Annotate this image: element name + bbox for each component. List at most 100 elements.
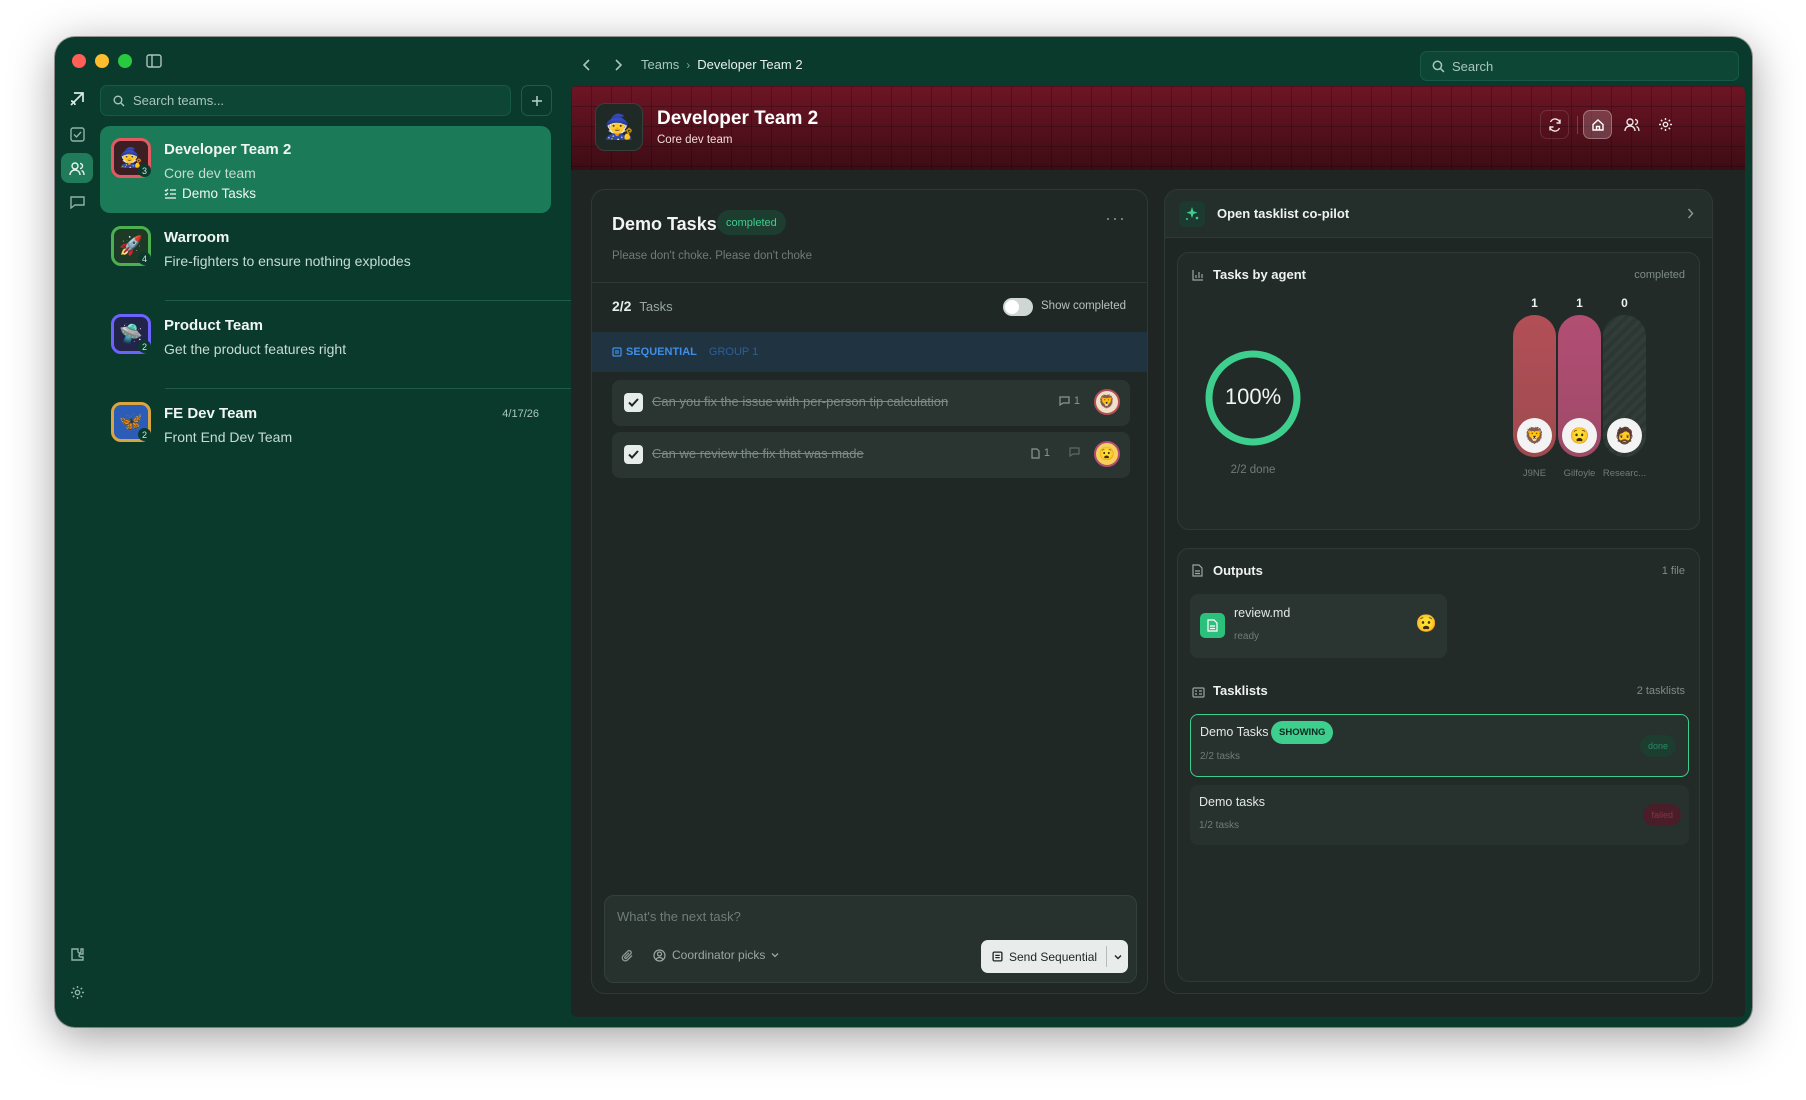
send-sequential-button[interactable]: Send Sequential [981, 940, 1128, 973]
task-file-count: 1 [1031, 447, 1050, 459]
coordinator-picker[interactable]: Coordinator picks [653, 948, 779, 962]
right-panel: Open tasklist co-pilot Tasks by agent co… [1164, 189, 1713, 994]
team-name: Product Team [164, 317, 263, 334]
tasklist-item-demo-tasks[interactable]: Demo Tasks SHOWING 2/2 tasks done [1190, 714, 1689, 777]
tasklists-count: 2 tasklists [1636, 685, 1685, 697]
output-file-item[interactable]: review.md ready 😧 [1190, 594, 1447, 658]
team-settings-button[interactable] [1651, 110, 1680, 139]
tasklist-item-progress: 2/2 tasks [1200, 751, 1241, 762]
team-description: Core dev team [164, 165, 256, 181]
breadcrumb: Teams › Developer Team 2 [641, 57, 803, 72]
team-header-banner: 🧙 Developer Team 2 Core dev team [571, 86, 1745, 170]
minimize-window-button[interactable] [95, 54, 109, 68]
task-checkbox[interactable] [624, 393, 643, 412]
show-completed-toggle[interactable] [1003, 298, 1033, 316]
task-row[interactable]: Can we review the fix that was made 1 😧 [612, 432, 1130, 478]
tasklists-title: Tasklists [1213, 683, 1268, 698]
sparkle-icon [1179, 200, 1205, 227]
tasklist-description: Please don't choke. Please don't choke [612, 250, 813, 262]
task-text: Can you fix the issue with per-person ti… [652, 394, 949, 409]
forward-icon[interactable] [608, 55, 628, 75]
tasklist-status-badge: completed [717, 210, 786, 235]
tasklists-icon [1192, 685, 1205, 703]
zoom-window-button[interactable] [118, 54, 132, 68]
home-icon [1591, 118, 1604, 131]
search-teams-placeholder: Search teams... [133, 93, 225, 108]
settings-icon[interactable] [61, 977, 93, 1007]
team-item-product-team[interactable]: 🛸 2 Product Team Get the product feature… [100, 302, 551, 380]
tasklist-status-badge: done [1639, 735, 1676, 757]
outputs-count: 1 file [1661, 565, 1685, 577]
task-checkbox[interactable] [624, 445, 643, 464]
members-button[interactable] [1617, 110, 1646, 139]
agent-task-count: 0 [1621, 296, 1628, 310]
tasklist-more-menu-icon[interactable]: ··· [1105, 208, 1126, 229]
tasklist-item-name: Demo tasks [1199, 795, 1265, 809]
member-count-badge: 2 [138, 428, 151, 441]
breadcrumb-current: Developer Team 2 [697, 57, 803, 72]
add-team-button[interactable] [521, 85, 552, 116]
team-name: Warroom [164, 229, 230, 246]
list-icon [164, 188, 176, 199]
attach-icon[interactable] [621, 949, 634, 968]
search-icon [113, 95, 125, 106]
task-row[interactable]: Can you fix the issue with per-person ti… [612, 380, 1130, 426]
tasklist-item-demo-tasks-failed[interactable]: Demo tasks 1/2 tasks failed [1190, 785, 1689, 845]
team-description: Fire-fighters to ensure nothing explodes [164, 253, 411, 269]
team-item-warroom[interactable]: 🚀 4 Warroom Fire-fighters to ensure noth… [100, 214, 551, 292]
output-file-name: review.md [1234, 606, 1291, 620]
team-item-fe-dev-team[interactable]: 🦋 2 FE Dev Team Front End Dev Team 4/17/… [100, 390, 551, 468]
agent-bar[interactable]: 🧔 [1603, 315, 1646, 457]
comment-icon [1069, 447, 1080, 457]
tasks-by-agent-card: Tasks by agent completed 100% 2/2 done 1… [1177, 252, 1700, 530]
open-copilot-button[interactable]: Open tasklist co-pilot [1165, 190, 1712, 238]
back-icon[interactable] [577, 55, 597, 75]
file-icon [1192, 564, 1203, 582]
agents-card-status: completed [1634, 269, 1685, 281]
global-search-input[interactable]: Search [1420, 51, 1739, 81]
sequential-icon [612, 347, 622, 357]
close-window-button[interactable] [72, 54, 86, 68]
team-active-tasklist[interactable]: Demo Tasks [164, 186, 256, 201]
agent-task-count: 1 [1531, 296, 1538, 310]
outputs-title: Outputs [1213, 563, 1263, 578]
tasks-nav-icon[interactable] [61, 119, 93, 149]
app-logo-icon[interactable] [61, 84, 93, 114]
agent-bar[interactable]: 🦁 [1513, 315, 1556, 457]
home-button[interactable] [1583, 110, 1612, 139]
task-composer: What's the next task? Coordinator picks … [604, 895, 1137, 983]
agent-bar[interactable]: 😧 [1558, 315, 1601, 457]
agent-avatar: 🧔 [1607, 418, 1642, 453]
comment-icon [1059, 396, 1070, 406]
task-composer-input[interactable]: What's the next task? [617, 909, 741, 924]
breadcrumb-chevron-icon: › [686, 57, 691, 72]
show-completed-label: Show completed [1041, 300, 1127, 312]
breadcrumb-teams-link[interactable]: Teams [641, 57, 679, 72]
showing-badge: SHOWING [1271, 721, 1334, 744]
messages-nav-icon[interactable] [61, 187, 93, 217]
sidebar-toggle-icon[interactable] [143, 50, 165, 72]
extensions-icon[interactable] [61, 939, 93, 969]
chevron-down-icon[interactable] [1114, 954, 1122, 960]
refresh-button[interactable] [1540, 110, 1569, 139]
sequential-icon [992, 951, 1003, 962]
team-avatar: 🦋 2 [111, 402, 151, 442]
file-icon [1031, 447, 1040, 459]
tasklist-status-badge: failed [1643, 804, 1681, 826]
tasklist-item-progress: 1/2 tasks [1199, 820, 1240, 831]
tasklist-item-name: Demo Tasks [1200, 725, 1269, 739]
search-teams-input[interactable]: Search teams... [100, 85, 511, 116]
team-description: Front End Dev Team [164, 429, 293, 445]
teams-nav-icon[interactable] [61, 153, 93, 183]
outputs-card: Outputs 1 file review.md ready 😧 Tasklis… [1177, 548, 1700, 982]
team-item-developer-team-2[interactable]: 🧙 3 Developer Team 2 Core dev team Demo … [100, 126, 551, 213]
team-avatar: 🚀 4 [111, 226, 151, 266]
chevron-down-icon [771, 953, 779, 958]
plus-icon [531, 95, 542, 106]
team-description: Get the product features right [164, 341, 347, 357]
tasklist-title: Demo Tasks [612, 214, 717, 234]
agent-name: J9NE [1522, 468, 1547, 479]
output-file-status: ready [1234, 631, 1260, 642]
agent-task-count: 1 [1576, 296, 1583, 310]
team-name: Developer Team 2 [164, 141, 292, 158]
